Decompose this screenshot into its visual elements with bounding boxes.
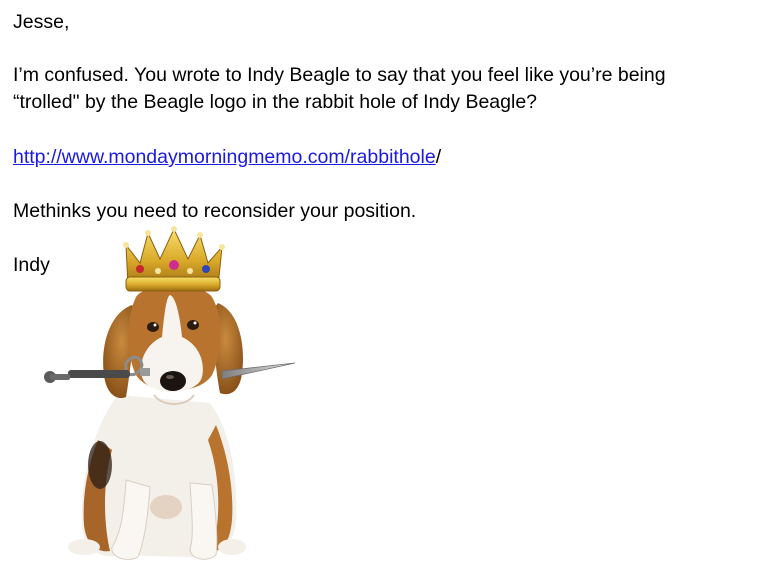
beagle-body	[68, 395, 246, 560]
closing-line: Methinks you need to reconsider your pos…	[13, 200, 417, 222]
link-suffix: /	[435, 146, 442, 168]
email-page: Jesse, I’m confused. You wrote to Indy B…	[0, 0, 780, 575]
crown	[123, 226, 225, 292]
greeting: Jesse,	[13, 11, 70, 33]
link-line: http://www.mondaymorningmemo.com/rabbith…	[13, 145, 441, 170]
rabbithole-link[interactable]: http://www.mondaymorningmemo.com/rabbith…	[13, 146, 436, 168]
body-line-1: I’m confused. You wrote to Indy Beagle t…	[13, 64, 666, 86]
crowned-beagle-image	[44, 226, 296, 560]
body-line-2: “trolled" by the Beagle logo in the rabb…	[13, 91, 538, 113]
beagle-head	[103, 285, 243, 405]
